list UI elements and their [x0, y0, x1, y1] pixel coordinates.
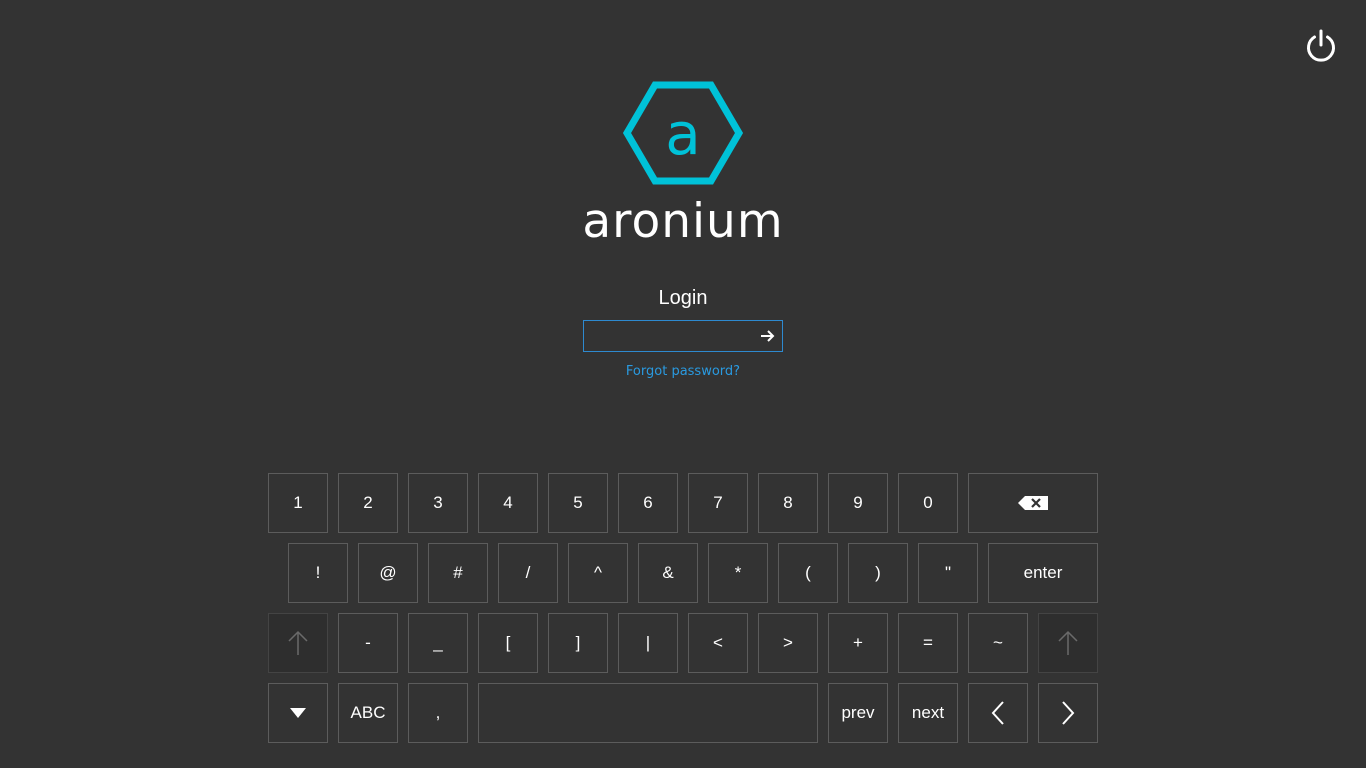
shift-left-key[interactable]: [268, 613, 328, 673]
key-5[interactable]: 5: [548, 473, 608, 533]
key-greater-than[interactable]: >: [758, 613, 818, 673]
logo-letter: a: [665, 100, 701, 168]
brand-logo: a: [622, 81, 744, 185]
prev-key[interactable]: prev: [828, 683, 888, 743]
triangle-down-icon: [290, 708, 306, 718]
key-4[interactable]: 4: [478, 473, 538, 533]
key-caret[interactable]: ^: [568, 543, 628, 603]
key-hyphen[interactable]: -: [338, 613, 398, 673]
login-submit-button[interactable]: [754, 321, 782, 351]
key-ampersand[interactable]: &: [638, 543, 698, 603]
login-field: [583, 320, 783, 352]
key-comma[interactable]: ,: [408, 683, 468, 743]
chevron-right-icon: [1062, 701, 1075, 725]
key-tilde[interactable]: ~: [968, 613, 1028, 673]
key-0[interactable]: 0: [898, 473, 958, 533]
key-8[interactable]: 8: [758, 473, 818, 533]
key-at[interactable]: @: [358, 543, 418, 603]
key-9[interactable]: 9: [828, 473, 888, 533]
key-quote[interactable]: ": [918, 543, 978, 603]
backspace-icon: [1018, 496, 1048, 510]
key-3[interactable]: 3: [408, 473, 468, 533]
hide-keyboard-key[interactable]: [268, 683, 328, 743]
key-open-paren[interactable]: (: [778, 543, 838, 603]
backspace-key[interactable]: [968, 473, 1098, 533]
key-7[interactable]: 7: [688, 473, 748, 533]
shift-arrow-up-icon: [288, 630, 308, 655]
shift-right-key[interactable]: [1038, 613, 1098, 673]
key-plus[interactable]: +: [828, 613, 888, 673]
key-hash[interactable]: #: [428, 543, 488, 603]
arrow-right-icon: [761, 330, 775, 342]
key-less-than[interactable]: <: [688, 613, 748, 673]
shift-arrow-up-icon: [1058, 630, 1078, 655]
key-6[interactable]: 6: [618, 473, 678, 533]
key-exclamation[interactable]: !: [288, 543, 348, 603]
cursor-left-key[interactable]: [968, 683, 1028, 743]
key-underscore[interactable]: _: [408, 613, 468, 673]
key-asterisk[interactable]: *: [708, 543, 768, 603]
key-open-bracket[interactable]: [: [478, 613, 538, 673]
power-button[interactable]: [1301, 26, 1341, 66]
login-label: Login: [658, 287, 708, 309]
key-1[interactable]: 1: [268, 473, 328, 533]
key-close-bracket[interactable]: ]: [548, 613, 608, 673]
enter-key[interactable]: enter: [988, 543, 1098, 603]
key-slash[interactable]: /: [498, 543, 558, 603]
brand-name: aronium: [582, 194, 784, 249]
next-key[interactable]: next: [898, 683, 958, 743]
power-icon: [1307, 29, 1335, 62]
key-close-paren[interactable]: ): [848, 543, 908, 603]
password-input[interactable]: [588, 321, 748, 351]
abc-key[interactable]: ABC: [338, 683, 398, 743]
chevron-left-icon: [991, 701, 1004, 725]
key-pipe[interactable]: |: [618, 613, 678, 673]
key-equals[interactable]: =: [898, 613, 958, 673]
space-key[interactable]: [478, 683, 818, 743]
forgot-password-link[interactable]: Forgot password?: [583, 363, 783, 381]
key-2[interactable]: 2: [338, 473, 398, 533]
cursor-right-key[interactable]: [1038, 683, 1098, 743]
